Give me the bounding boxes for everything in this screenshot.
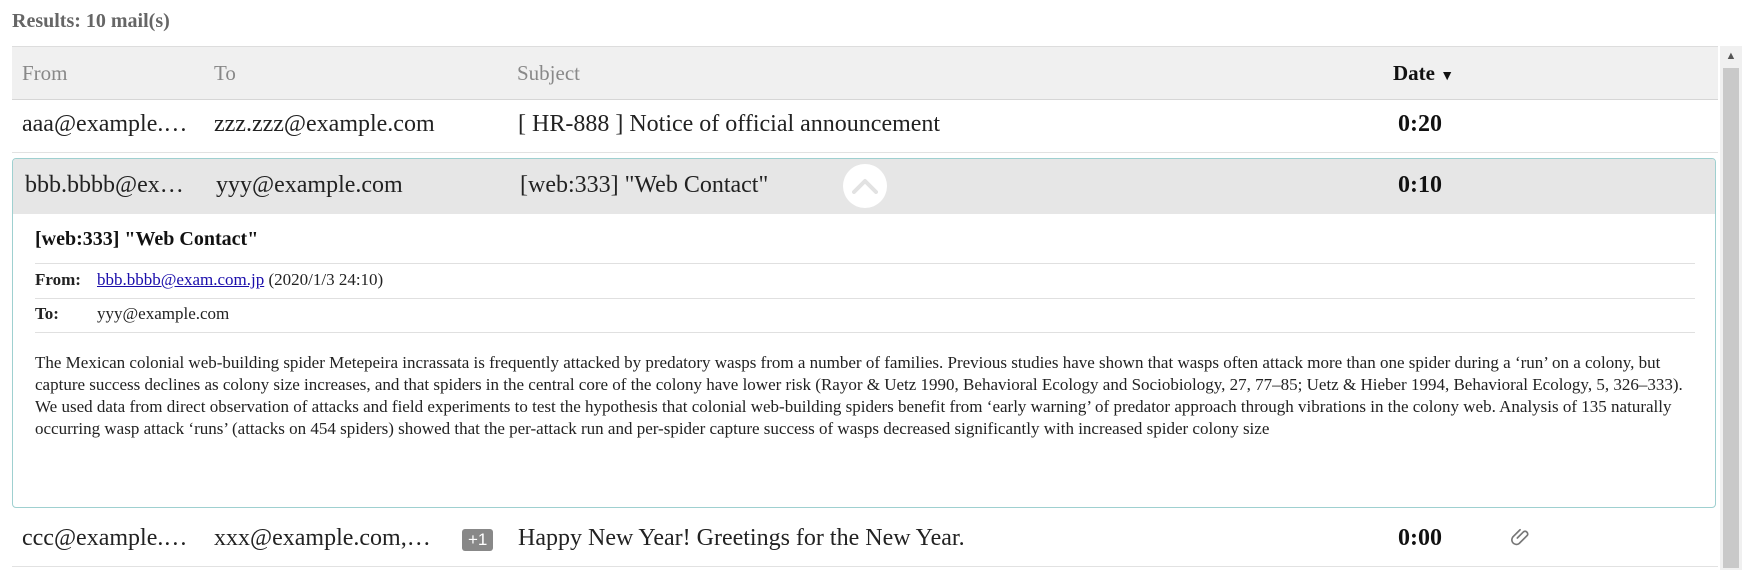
row-subject: [web:333] "Web Contact" [520,172,769,198]
sort-desc-icon: ▼ [1440,69,1455,84]
from-email-link[interactable]: bbb.bbbb@exam.com.jp [97,270,264,289]
scrollbar-thumb[interactable] [1723,68,1739,568]
column-header-subject[interactable]: Subject [517,61,580,86]
column-header-date-label: Date [1393,61,1435,85]
divider [35,298,1695,299]
row-to: yyy@example.com [216,172,403,198]
scroll-up-arrow-icon[interactable]: ▲ [1720,46,1742,66]
mail-body: The Mexican colonial web-building spider… [35,353,1683,438]
from-label: From: [35,270,81,289]
row-to: xxx@example.com,x… [214,525,439,551]
detail-to: To: yyy@example.com [35,304,229,324]
row-date: 0:20 [1398,111,1442,137]
row-subject: [ HR-888 ] Notice of official announceme… [518,111,941,137]
vertical-scrollbar[interactable]: ▲ [1720,46,1742,570]
row-from: aaa@example.c… [22,111,192,137]
paperclip-icon [1510,527,1532,555]
to-email: yyy@example.com [97,304,230,323]
from-datetime: (2020/1/3 24:10) [268,270,384,289]
chevron-up-icon[interactable] [843,164,887,208]
column-header-to[interactable]: To [214,61,236,86]
column-header-from[interactable]: From [22,61,68,86]
row-to: zzz.zzz@example.com [214,111,435,137]
row-date: 0:10 [1398,172,1442,198]
table-row[interactable]: ccc@example.c… xxx@example.com,x… +1 Hap… [12,513,1718,567]
results-count: Results: 10 mail(s) [12,10,170,32]
expanded-mail: bbb.bbbb@exa… yyy@example.com [web:333] … [12,158,1716,508]
recipient-count-badge[interactable]: +1 [462,529,494,551]
row-subject: Happy New Year! Greetings for the New Ye… [518,525,965,551]
detail-subject: [web:333] "Web Contact" [35,228,259,250]
row-from: bbb.bbbb@exa… [25,172,190,198]
detail-from: From: bbb.bbbb@exam.com.jp (2020/1/3 24:1… [35,270,383,290]
row-date: 0:00 [1398,525,1442,551]
table-row[interactable]: aaa@example.c… zzz.zzz@example.com [ HR-… [12,99,1718,153]
table-header: From To Subject Date ▼ [12,46,1718,100]
to-label: To: [35,304,59,323]
table-row-selected[interactable]: bbb.bbbb@exa… yyy@example.com [web:333] … [13,159,1715,214]
divider [35,332,1695,333]
divider [35,263,1695,264]
row-from: ccc@example.c… [22,525,192,551]
column-header-date[interactable]: Date ▼ [1393,61,1454,86]
